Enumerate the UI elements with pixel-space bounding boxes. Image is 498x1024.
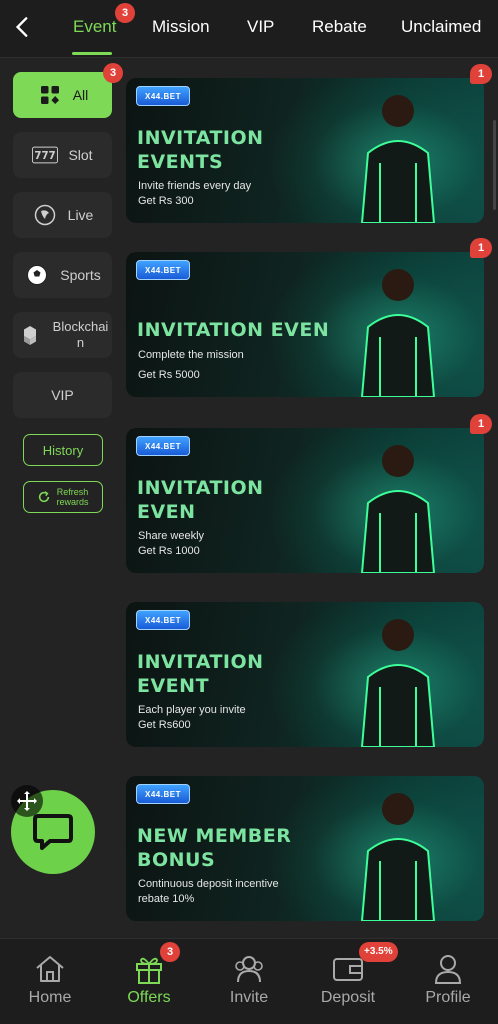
bottom-navigation: Home Offers 3 Invite Deposit +3.5% Profi… xyxy=(0,938,498,1024)
banner-subtitle: Continuous deposit incentive xyxy=(138,878,279,890)
slot-777-icon: 777 xyxy=(32,144,59,166)
drag-move-icon[interactable] xyxy=(11,785,43,817)
sidebar-item-slot[interactable]: 777 Slot xyxy=(13,132,112,178)
brand-logo-tag: X44.BET xyxy=(136,436,190,456)
refresh-label-line2: rewards xyxy=(56,497,89,507)
profile-icon xyxy=(403,953,493,985)
promo-banner[interactable]: X44.BET INVITATION EVENTS Invite friends ev… xyxy=(126,78,484,223)
nav-home[interactable]: Home xyxy=(5,953,95,1007)
chevron-left-icon[interactable] xyxy=(10,14,36,40)
banner-title-line1: NEW MEMBER xyxy=(137,825,292,847)
tab-rebate[interactable]: Rebate xyxy=(312,17,367,37)
nav-offers-label: Offers xyxy=(127,989,171,1006)
brand-logo-tag: X44.BET xyxy=(136,610,190,630)
banner-reward: rebate 10% xyxy=(138,893,195,905)
tab-unclaimed[interactable]: Unclaimed xyxy=(401,17,481,37)
history-label: History xyxy=(42,442,84,458)
tab-event-badge: 3 xyxy=(115,3,135,23)
nav-offers[interactable]: Offers xyxy=(104,953,194,1007)
banner-title-line1: INVITATION xyxy=(137,127,264,149)
tab-mission[interactable]: Mission xyxy=(152,17,210,37)
history-button[interactable]: History xyxy=(23,434,103,466)
sidebar-item-label: Live xyxy=(67,207,94,223)
banner-subtitle: Complete the mission xyxy=(138,349,244,361)
tab-active-indicator xyxy=(72,52,112,55)
banner-reward: Get Rs 300 xyxy=(138,195,194,207)
users-icon xyxy=(204,953,294,985)
refresh-label-line1: Refresh xyxy=(56,487,89,497)
banner-notification-badge: 1 xyxy=(470,414,492,434)
soccer-ball-icon xyxy=(24,264,50,286)
banner-notification-badge: 1 xyxy=(470,238,492,258)
refresh-rewards-button[interactable]: Refresh rewards xyxy=(23,481,103,513)
banner-reward: Get Rs 5000 xyxy=(138,369,200,381)
banner-figure-image xyxy=(360,445,436,573)
sidebar-item-vip[interactable]: VIP xyxy=(13,372,112,418)
sidebar-item-blockchain[interactable]: Blockchai n xyxy=(13,312,112,358)
banner-reward: Get Rs 1000 xyxy=(138,545,200,557)
nav-home-label: Home xyxy=(28,989,72,1006)
brand-logo-tag: X44.BET xyxy=(136,86,190,106)
banner-subtitle: Share weekly xyxy=(138,530,205,542)
deposit-bonus-badge: +3.5% xyxy=(359,942,398,962)
promo-banner[interactable]: X44.BET INVITATION EVENT Each player you in… xyxy=(126,602,484,747)
promo-banner[interactable]: X44.BET INVITATION EVEN Complete the missi… xyxy=(126,252,484,397)
nav-profile[interactable]: Profile xyxy=(403,953,493,1007)
brand-logo-tag: X44.BET xyxy=(136,260,190,280)
tab-vip[interactable]: VIP xyxy=(247,17,274,37)
banner-figure-image xyxy=(360,95,436,223)
offers-badge: 3 xyxy=(160,942,180,962)
banner-title-line2: EVENTS xyxy=(137,151,224,173)
tab-event[interactable]: Event xyxy=(73,17,116,37)
sidebar-item-label: VIP xyxy=(51,387,74,403)
brand-logo-tag: X44.BET xyxy=(136,784,190,804)
banner-notification-badge: 1 xyxy=(470,64,492,84)
nav-invite[interactable]: Invite xyxy=(204,953,294,1007)
sidebar-item-label: Slot xyxy=(68,147,93,163)
refresh-icon xyxy=(39,491,50,503)
nav-invite-label: Invite xyxy=(229,989,269,1006)
banner-reward: Get Rs600 xyxy=(138,719,191,731)
svg-text:777: 777 xyxy=(35,151,56,162)
banner-title-line1: INVITATION xyxy=(137,477,264,499)
banner-title-line1: INVITATION EVEN xyxy=(137,319,330,341)
banner-figure-image xyxy=(360,793,436,921)
banner-subtitle: Invite friends every day xyxy=(138,180,252,192)
sidebar-item-label: All xyxy=(72,87,89,103)
top-tab-bar: Event 3 Mission VIP Rebate Unclaimed xyxy=(0,0,498,58)
banner-subtitle: Each player you invite xyxy=(138,704,246,716)
sidebar-item-label: Blockchai n xyxy=(52,319,109,350)
banner-title-line2: BONUS xyxy=(137,849,216,871)
nav-deposit-label: Deposit xyxy=(320,989,376,1006)
sidebar-item-label: Sports xyxy=(60,267,101,283)
grid-icon xyxy=(37,84,63,106)
promo-banner[interactable]: X44.BET NEW MEMBER BONUS Continuous deposit… xyxy=(126,776,484,921)
nav-profile-label: Profile xyxy=(425,989,471,1006)
gift-icon xyxy=(104,953,194,985)
sidebar-all-badge: 3 xyxy=(103,63,123,83)
live-dealer-icon xyxy=(32,204,58,226)
blockchain-icon xyxy=(17,324,43,346)
banner-title-line2: EVENT xyxy=(137,675,210,697)
scrollbar[interactable] xyxy=(493,120,496,210)
sidebar-item-all[interactable]: All xyxy=(13,72,112,118)
promo-banner[interactable]: X44.BET INVITATION EVEN Share weekly Get Rs … xyxy=(126,428,484,573)
sidebar-item-live[interactable]: Live xyxy=(13,192,112,238)
banner-figure-image xyxy=(360,619,436,747)
banner-figure-image xyxy=(360,269,436,397)
sidebar-item-sports[interactable]: Sports xyxy=(13,252,112,298)
home-icon xyxy=(5,953,95,985)
banner-title-line2: EVEN xyxy=(137,501,196,523)
banner-title-line1: INVITATION xyxy=(137,651,264,673)
chat-bubble-icon xyxy=(33,814,73,850)
